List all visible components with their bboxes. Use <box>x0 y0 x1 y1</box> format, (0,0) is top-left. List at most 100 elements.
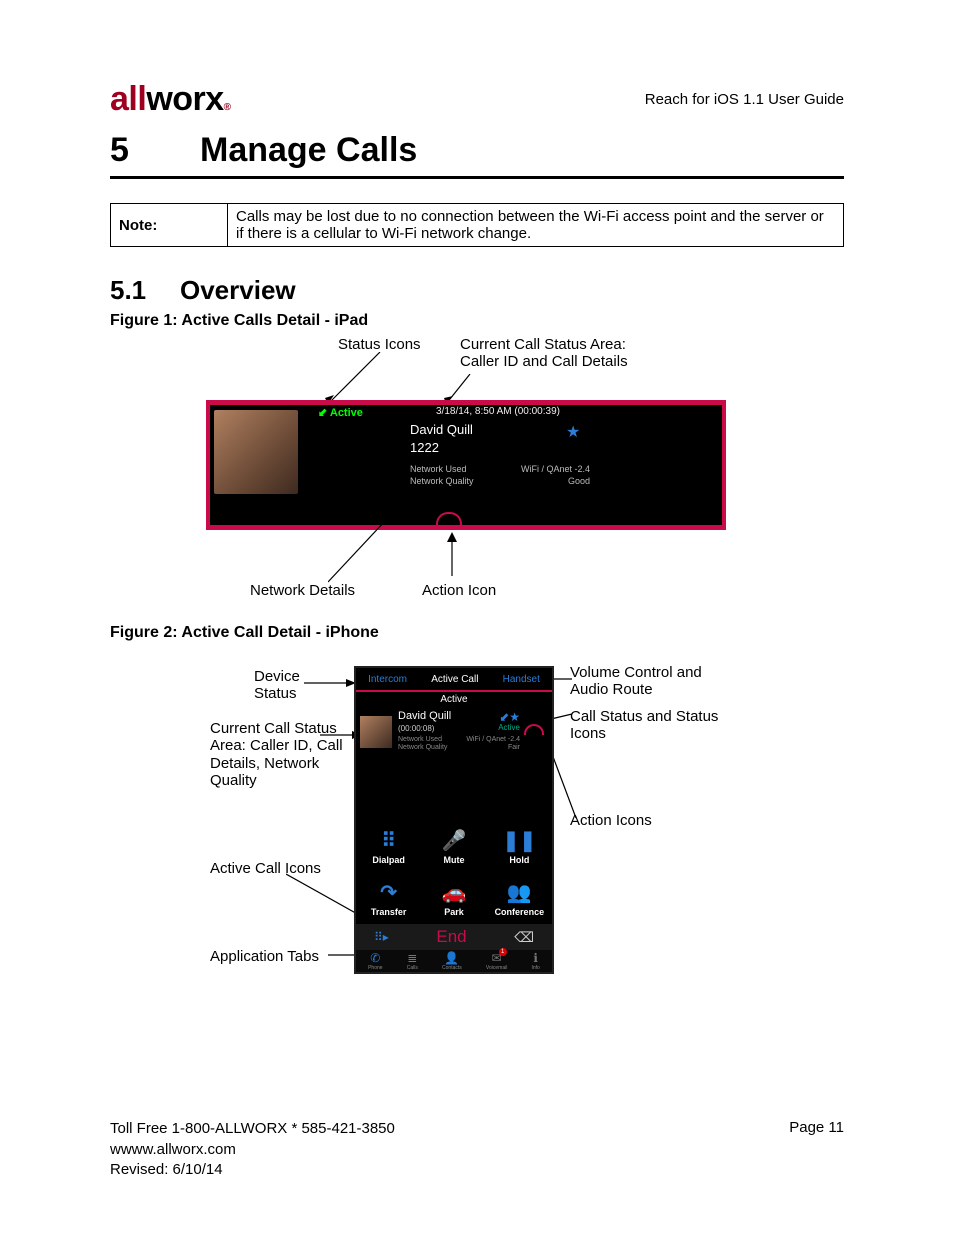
header: allworx® Reach for iOS 1.1 User Guide <box>110 80 844 119</box>
chapter-heading: 5Manage Calls <box>110 131 844 170</box>
callout-call-status: Call Status and Status Icons <box>570 708 720 743</box>
figure1: Status Icons Current Call Status Area: C… <box>110 336 844 606</box>
logo-reg: ® <box>224 102 231 113</box>
callout-action-icon: Action Icon <box>422 582 496 599</box>
call-button-transfer[interactable]: ↷ Transfer <box>356 872 421 924</box>
callout-status-icons: Status Icons <box>338 336 421 353</box>
tab-label: Contacts <box>442 965 462 971</box>
iphone-call-area: David Quill (00:00:08) Network UsedNetwo… <box>360 708 548 760</box>
tab-handset: Handset <box>503 674 540 685</box>
call-timestamp: 3/18/14, 8:50 AM (00:00:39) <box>436 406 560 417</box>
status-active-text: Active <box>330 407 363 419</box>
arrow-icon <box>328 484 428 584</box>
end-row: ⠿▸ End ⌫ <box>356 924 552 950</box>
logo-part2: worx <box>146 80 223 118</box>
button-label: Transfer <box>371 907 407 917</box>
callout-current-call: Current Call Status Area: Caller ID and … <box>460 336 628 371</box>
call-button-hold[interactable]: ❚❚ Hold <box>487 820 552 872</box>
note-box: Note: Calls may be lost due to no connec… <box>110 203 844 247</box>
net-used-label: Network Used <box>398 736 442 743</box>
callout-application-tabs: Application Tabs <box>210 948 319 965</box>
active-status-bar: Active <box>356 690 552 708</box>
network-values: WiFi / QAnet -2.4Fair <box>466 736 520 751</box>
phone-icon: ✆ <box>370 951 380 965</box>
net-qual-label: Network Quality <box>398 744 447 751</box>
tab-intercom: Intercom <box>368 674 407 685</box>
app-tab-voicemail[interactable]: ✉1Voicemail <box>486 951 507 971</box>
arrow-icon <box>304 678 358 688</box>
network-used-value: WiFi / QAnet -2.4 <box>510 464 590 474</box>
button-label: Park <box>444 907 464 917</box>
callout-network-details: Network Details <box>250 582 355 599</box>
calls-icon: ≣ <box>407 951 417 965</box>
app-tab-phone[interactable]: ✆Phone <box>368 951 382 971</box>
keypad-icon: ⠿▸ <box>374 930 389 944</box>
footer-url: wwww.allworx.com <box>110 1140 395 1160</box>
end-button[interactable]: End <box>436 927 466 947</box>
hold-icon: ❚❚ <box>503 828 537 853</box>
footer: Toll Free 1-800-ALLWORX * 585-421-3850 w… <box>110 1119 844 1180</box>
hangup-icon <box>524 724 544 735</box>
button-label: Mute <box>443 855 464 865</box>
section-number: 5.1 <box>110 275 180 306</box>
callout-action-icons: Action Icons <box>570 812 652 829</box>
status-active: ⬋ Active <box>318 406 363 419</box>
iphone-top-tabs: Intercom Active Call Handset <box>356 668 552 690</box>
section-heading: 5.1Overview <box>110 275 844 306</box>
app-tab-calls[interactable]: ≣Calls <box>407 951 418 971</box>
call-buttons-grid: ⠿ Dialpad 🎤 Mute ❚❚ Hold ↷ Transfer 🚗 Park 👥 Confer… <box>356 820 552 924</box>
tab-label: Info <box>532 965 540 971</box>
call-duration: (00:00:08) <box>398 724 434 733</box>
caller-name: David Quill <box>410 422 473 437</box>
favorite-icon: ⬋★ <box>499 710 520 724</box>
transfer-icon: ↷ <box>380 880 397 905</box>
footer-phone: Toll Free 1-800-ALLWORX * 585-421-3850 <box>110 1119 395 1139</box>
arrow-icon <box>320 352 400 406</box>
net-used-value: WiFi / QAnet -2.4 <box>466 736 520 743</box>
call-button-park[interactable]: 🚗 Park <box>421 872 486 924</box>
section-title: Overview <box>180 275 296 305</box>
figure1-label: Figure 1: Active Calls Detail - iPad <box>110 312 844 330</box>
chapter-rule <box>110 176 844 179</box>
callout-volume: Volume Control and Audio Route <box>570 664 720 699</box>
figure2-label: Figure 2: Active Call Detail - iPhone <box>110 624 844 642</box>
caller-name: David Quill <box>398 710 451 722</box>
net-qual-value: Fair <box>508 744 520 751</box>
avatar <box>214 410 298 494</box>
caller-ext: 1222 <box>410 440 439 455</box>
call-button-dialpad[interactable]: ⠿ Dialpad <box>356 820 421 872</box>
button-label: Hold <box>509 855 529 865</box>
call-button-mute[interactable]: 🎤 Mute <box>421 820 486 872</box>
page: allworx® Reach for iOS 1.1 User Guide 5M… <box>0 0 954 1235</box>
contacts-icon: 👤 <box>444 951 459 965</box>
tab-label: Calls <box>407 965 418 971</box>
voicemail-icon: ✉1 <box>492 951 502 965</box>
mute-icon: 🎤 <box>442 828 467 853</box>
call-button-conference[interactable]: 👥 Conference <box>487 872 552 924</box>
tab-active-call: Active Call <box>431 674 478 685</box>
button-label: Dialpad <box>372 855 405 865</box>
park-icon: 🚗 <box>442 880 467 905</box>
info-icon: ℹ <box>533 951 538 965</box>
favorite-icon: ★ <box>566 422 580 442</box>
iphone-panel: Intercom Active Call Handset Active Davi… <box>354 666 554 974</box>
callout-device-status: Device Status <box>254 668 300 703</box>
button-label: Conference <box>495 907 545 917</box>
dialpad-icon: ⠿ <box>381 828 396 853</box>
footer-revised: Revised: 6/10/14 <box>110 1160 395 1180</box>
chapter-number: 5 <box>110 131 200 170</box>
app-tab-info[interactable]: ℹInfo <box>532 951 540 971</box>
avatar <box>360 716 392 748</box>
chapter-title: Manage Calls <box>200 131 417 169</box>
note-label: Note: <box>111 204 228 247</box>
app-tabs: ✆Phone ≣Calls 👤Contacts ✉1Voicemail ℹInfo <box>356 950 552 972</box>
logo-part1: all <box>110 80 146 118</box>
app-tab-contacts[interactable]: 👤Contacts <box>442 951 462 971</box>
page-number: Page 11 <box>789 1119 844 1180</box>
badge: 1 <box>499 948 507 956</box>
figure2: Device Status Current Call Status Area: … <box>110 648 844 988</box>
doc-title: Reach for iOS 1.1 User Guide <box>645 91 844 108</box>
tab-label: Voicemail <box>486 965 507 971</box>
conference-icon: 👥 <box>507 880 532 905</box>
network-used-label: Network Used <box>410 464 467 474</box>
